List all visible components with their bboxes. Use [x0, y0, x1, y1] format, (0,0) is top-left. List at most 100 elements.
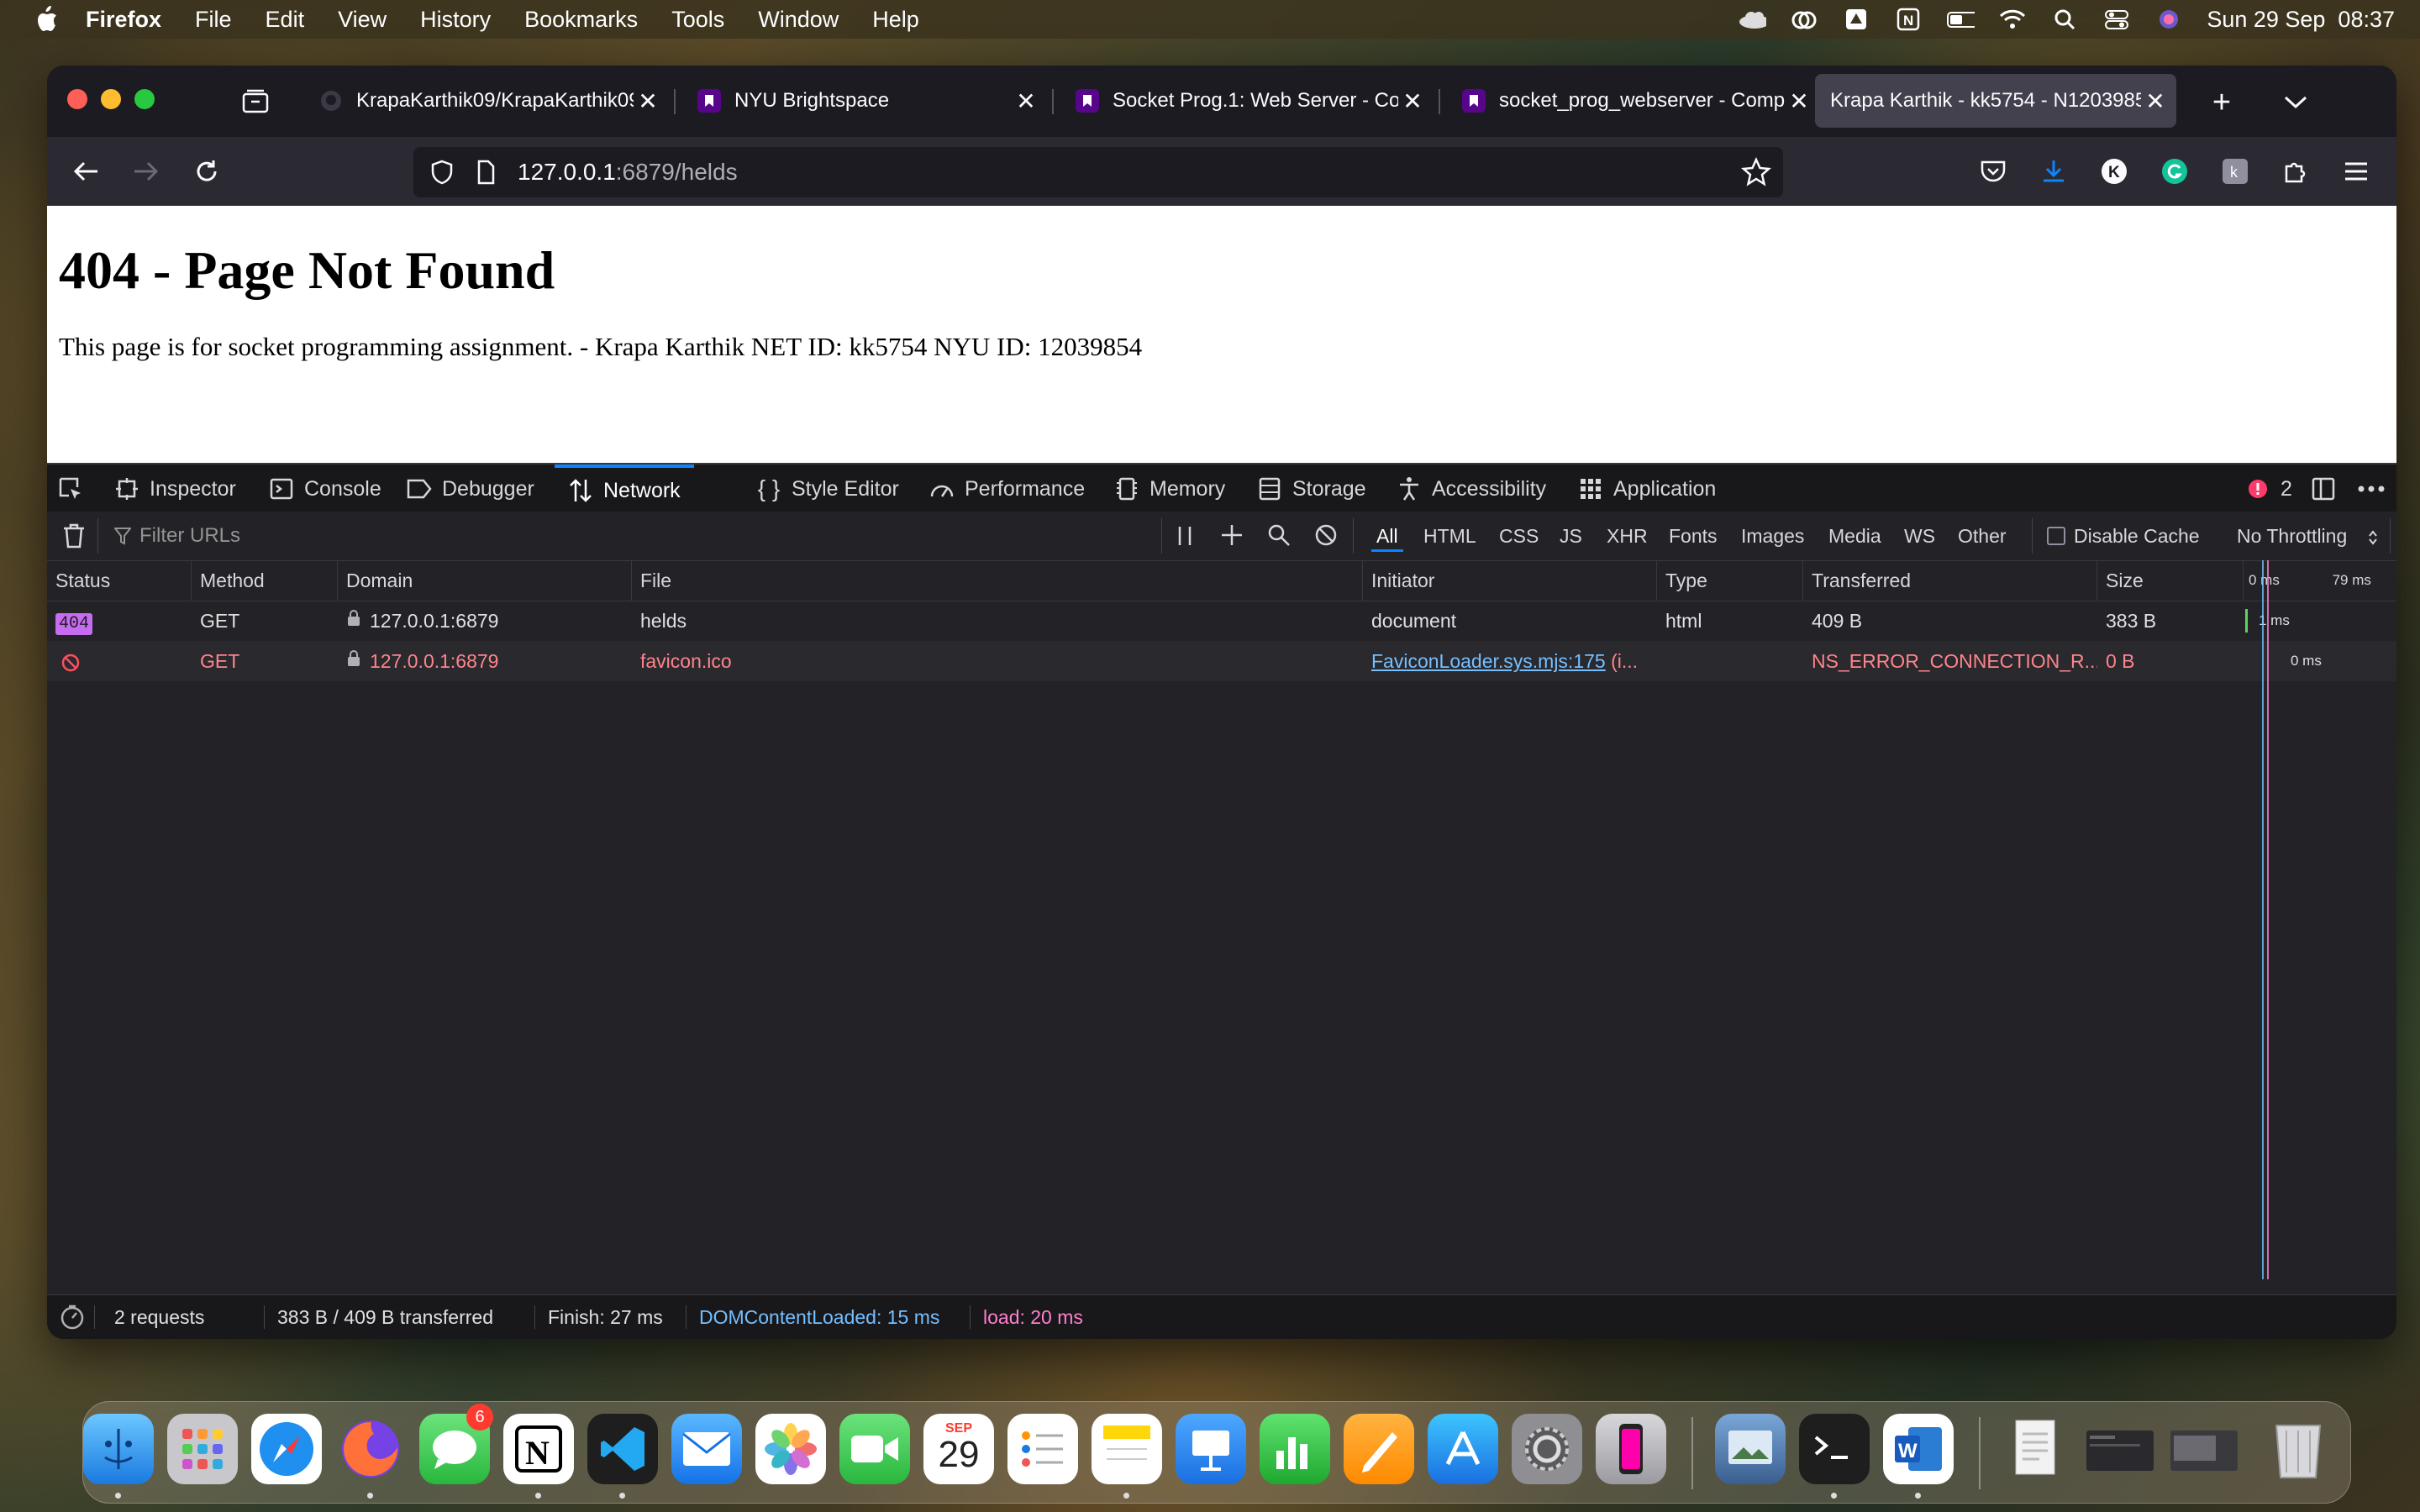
apple-icon[interactable]	[32, 5, 60, 34]
grammarly-icon[interactable]	[2156, 153, 2193, 190]
spotlight-search-icon[interactable]	[2050, 8, 2079, 31]
tab-performance[interactable]: Performance	[929, 465, 1085, 513]
safari-icon[interactable]	[251, 1414, 322, 1484]
menu-bookmarks[interactable]: Bookmarks	[524, 7, 638, 33]
calendar-icon[interactable]: SEP 29	[923, 1414, 994, 1484]
column-method[interactable]: Method	[192, 560, 338, 601]
close-tab-icon[interactable]: ✕	[1012, 87, 1040, 115]
column-status[interactable]: Status	[47, 560, 192, 601]
throttling-select[interactable]: No Throttling	[2237, 512, 2347, 560]
hamburger-menu-icon[interactable]	[2338, 153, 2375, 190]
extensions-puzzle-icon[interactable]	[2277, 153, 2314, 190]
filter-other[interactable]: Other	[1958, 512, 2007, 560]
clear-trash-icon[interactable]	[62, 523, 86, 554]
pause-icon[interactable]	[1175, 523, 1195, 554]
finder-icon[interactable]	[83, 1414, 154, 1484]
firefox-icon[interactable]	[335, 1414, 406, 1484]
menu-help[interactable]: Help	[872, 7, 919, 33]
search-icon[interactable]	[1267, 523, 1291, 553]
tab-github[interactable]: KrapaKarthik09/KrapaKarthik09 ✕	[299, 74, 669, 128]
performance-stopwatch-icon[interactable]	[59, 1304, 86, 1336]
menubar-clock[interactable]: Sun 29 Sep 08:37	[2207, 7, 2395, 33]
table-row[interactable]: GET 127.0.0.1:6879 favicon.ico FaviconLo…	[47, 641, 2396, 681]
facetime-icon[interactable]	[839, 1414, 910, 1484]
siri-icon[interactable]	[2154, 8, 2183, 31]
minimized-window-notion-icon[interactable]	[2085, 1414, 2155, 1484]
column-initiator[interactable]: Initiator	[1363, 560, 1657, 601]
tab-inspector[interactable]: Inspector	[114, 465, 236, 513]
initiator-link[interactable]: FaviconLoader.sys.mjs:175	[1371, 650, 1606, 672]
control-center-icon[interactable]	[2102, 8, 2131, 31]
url-text[interactable]: 127.0.0.1:6879/helds	[518, 147, 738, 197]
notes-icon[interactable]	[1092, 1414, 1162, 1484]
menu-file[interactable]: File	[195, 7, 232, 33]
tab-memory[interactable]: Memory	[1114, 465, 1225, 513]
pocket-icon[interactable]	[1975, 153, 2012, 190]
app-store-icon[interactable]	[1428, 1414, 1498, 1484]
disable-cache-label[interactable]: Disable Cache	[2074, 512, 2200, 560]
menu-tools[interactable]: Tools	[671, 7, 724, 33]
downloads-stack-icon[interactable]	[2001, 1414, 2071, 1484]
minimize-window-button[interactable]	[101, 89, 121, 109]
launchpad-icon[interactable]	[167, 1414, 238, 1484]
filter-ws[interactable]: WS	[1904, 512, 1935, 560]
reload-icon[interactable]	[188, 153, 225, 190]
page-info-icon[interactable]	[472, 159, 499, 186]
error-count-badge[interactable]: 2	[2245, 465, 2292, 513]
tab-application[interactable]: Application	[1578, 465, 1716, 513]
wifi-icon[interactable]	[1998, 8, 2027, 31]
list-all-tabs-chevron-icon[interactable]	[2277, 84, 2314, 121]
battery-icon[interactable]	[1946, 8, 1975, 31]
block-requests-icon[interactable]	[1314, 523, 1338, 553]
new-tab-plus-icon[interactable]: +	[2203, 84, 2240, 121]
back-arrow-icon[interactable]	[67, 153, 104, 190]
firefox-view-icon[interactable]	[239, 84, 272, 118]
close-window-button[interactable]	[67, 89, 87, 109]
tracking-protection-shield-icon[interactable]	[429, 159, 455, 186]
disable-cache-checkbox[interactable]	[2047, 527, 2065, 545]
icloud-icon[interactable]	[1738, 8, 1767, 31]
dock-side-icon[interactable]	[2311, 465, 2336, 513]
filter-all[interactable]: All	[1371, 512, 1403, 560]
tab-storage[interactable]: Storage	[1257, 465, 1366, 513]
numbers-icon[interactable]	[1260, 1414, 1330, 1484]
preview-icon[interactable]	[1715, 1414, 1786, 1484]
filter-images[interactable]: Images	[1741, 512, 1804, 560]
notion-icon[interactable]: N	[503, 1414, 574, 1484]
menu-app-name[interactable]: Firefox	[86, 7, 161, 33]
column-transferred[interactable]: Transferred	[1803, 560, 2097, 601]
minimized-window-word-icon[interactable]	[2169, 1414, 2239, 1484]
tab-accessibility[interactable]: Accessibility	[1397, 465, 1546, 513]
add-request-plus-icon[interactable]	[1220, 523, 1244, 553]
menu-view[interactable]: View	[338, 7, 387, 33]
tab-krapa-karthik-active[interactable]: Krapa Karthik - kk5754 - N1203985 ✕	[1815, 74, 2176, 128]
drive-icon[interactable]	[1842, 8, 1870, 31]
menu-window[interactable]: Window	[758, 7, 839, 33]
terminal-icon[interactable]	[1799, 1414, 1870, 1484]
column-domain[interactable]: Domain	[338, 560, 632, 601]
close-tab-icon[interactable]: ✕	[634, 87, 662, 115]
filter-html[interactable]: HTML	[1423, 512, 1476, 560]
system-settings-icon[interactable]	[1512, 1414, 1582, 1484]
forward-arrow-icon[interactable]	[128, 153, 165, 190]
photos-icon[interactable]	[755, 1414, 826, 1484]
table-row[interactable]: 404 GET 127.0.0.1:6879 helds document ht…	[47, 601, 2396, 641]
column-file[interactable]: File	[632, 560, 1363, 601]
column-size[interactable]: Size	[2097, 560, 2244, 601]
bookmark-star-icon[interactable]	[1740, 156, 1772, 187]
menu-edit[interactable]: Edit	[266, 7, 305, 33]
trash-icon[interactable]	[2263, 1414, 2333, 1484]
menu-history[interactable]: History	[420, 7, 491, 33]
mail-icon[interactable]	[671, 1414, 742, 1484]
extension-k-icon[interactable]: k	[2217, 153, 2254, 190]
more-options-ellipsis-icon[interactable]	[2358, 465, 2385, 513]
filter-fonts[interactable]: Fonts	[1669, 512, 1718, 560]
tab-console[interactable]: Console	[269, 465, 381, 513]
tab-nyu-brightspace[interactable]: NYU Brightspace ✕	[677, 74, 1047, 128]
tab-style-editor[interactable]: { } Style Editor	[756, 465, 899, 513]
tab-network[interactable]: Network	[555, 465, 694, 513]
element-picker-icon[interactable]	[57, 465, 84, 513]
filter-css[interactable]: CSS	[1499, 512, 1539, 560]
pages-icon[interactable]	[1344, 1414, 1414, 1484]
filter-js[interactable]: JS	[1560, 512, 1582, 560]
